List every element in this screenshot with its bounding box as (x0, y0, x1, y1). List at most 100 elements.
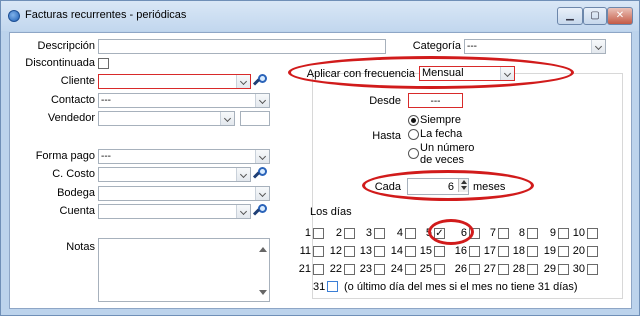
chevron-down-icon[interactable] (236, 75, 250, 88)
vendedor-combo[interactable] (98, 111, 235, 126)
chevron-down-icon[interactable] (255, 150, 269, 163)
cada-value: 6 (447, 181, 454, 193)
frecuencia-value: Mensual (422, 67, 464, 79)
desde-value: --- (430, 96, 441, 107)
day-7-checkbox[interactable] (498, 228, 509, 239)
cuenta-combo[interactable] (98, 204, 251, 219)
desde-label: Desde (369, 95, 401, 107)
day-25-checkbox[interactable] (434, 264, 445, 275)
radio-siempre[interactable] (408, 115, 419, 126)
radio-la-fecha[interactable] (408, 129, 419, 140)
day-17-label: 17 (483, 245, 496, 257)
forma-pago-combo[interactable]: --- (98, 149, 270, 164)
day-24-checkbox[interactable] (405, 264, 416, 275)
day-18-label: 18 (512, 245, 525, 257)
day-15-checkbox[interactable] (434, 246, 445, 257)
day-26-checkbox[interactable] (469, 264, 480, 275)
contacto-combo[interactable]: --- (98, 93, 270, 108)
cada-spinner[interactable]: 6 (407, 178, 469, 195)
day-27-label: 27 (483, 263, 496, 275)
day-28-checkbox[interactable] (527, 264, 538, 275)
day-28-label: 28 (512, 263, 525, 275)
chevron-down-icon[interactable] (255, 94, 269, 107)
frecuencia-label: Aplicar con frecuencia (306, 68, 415, 80)
day-22-label: 22 (329, 263, 342, 275)
costo-combo[interactable] (98, 167, 251, 182)
frecuencia-combo[interactable]: Mensual (419, 66, 515, 81)
day-29-label: 29 (543, 263, 556, 275)
day-19-label: 19 (543, 245, 556, 257)
scroll-up-icon[interactable] (259, 247, 267, 252)
scroll-down-icon[interactable] (259, 290, 267, 295)
day-30-checkbox[interactable] (587, 264, 598, 275)
day-31-note: (o último día del mes si el mes no tiene… (344, 281, 578, 293)
day-13-checkbox[interactable] (374, 246, 385, 257)
chevron-down-icon[interactable] (236, 168, 250, 181)
desde-date-input[interactable]: --- (408, 93, 463, 108)
forma-pago-value: --- (101, 151, 111, 162)
day-19-checkbox[interactable] (558, 246, 569, 257)
close-button[interactable]: ✕ (607, 7, 633, 25)
day-9-checkbox[interactable] (558, 228, 569, 239)
bodega-combo[interactable] (98, 186, 270, 201)
bodega-label: Bodega (57, 187, 95, 199)
notas-textarea[interactable] (98, 238, 270, 302)
day-31-checkbox[interactable] (327, 281, 338, 292)
day-12-label: 12 (329, 245, 342, 257)
day-25-label: 25 (419, 263, 432, 275)
day-15-label: 15 (419, 245, 432, 257)
discontinuada-checkbox[interactable] (98, 58, 109, 69)
notas-label: Notas (66, 241, 95, 253)
chevron-down-icon[interactable] (236, 205, 250, 218)
costo-search-icon[interactable] (252, 166, 269, 182)
day-21-checkbox[interactable] (313, 264, 324, 275)
day-12-checkbox[interactable] (344, 246, 355, 257)
day-4-checkbox[interactable] (405, 228, 416, 239)
chevron-down-icon[interactable] (500, 67, 514, 80)
minimize-button[interactable]: ▁ (557, 7, 583, 25)
forma-pago-label: Forma pago (35, 150, 95, 162)
chevron-down-icon[interactable] (255, 187, 269, 200)
day-20-checkbox[interactable] (587, 246, 598, 257)
day-3-label: 3 (365, 227, 372, 239)
hasta-label: Hasta (372, 130, 401, 142)
dias-label: Los días (310, 206, 352, 218)
day-8-checkbox[interactable] (527, 228, 538, 239)
day-1-checkbox[interactable] (313, 228, 324, 239)
categoria-combo[interactable]: --- (464, 39, 606, 54)
chevron-down-icon[interactable] (591, 40, 605, 53)
day-22-checkbox[interactable] (344, 264, 355, 275)
window-title: Facturas recurrentes - periódicas (25, 9, 187, 21)
spinner-arrows-icon[interactable] (458, 179, 468, 192)
day-17-checkbox[interactable] (498, 246, 509, 257)
day-27-checkbox[interactable] (498, 264, 509, 275)
cliente-combo[interactable] (98, 74, 251, 89)
day-18-checkbox[interactable] (527, 246, 538, 257)
chevron-down-icon[interactable] (220, 112, 234, 125)
day-10-checkbox[interactable] (587, 228, 598, 239)
vendedor-code-input[interactable] (240, 111, 270, 126)
day-29-checkbox[interactable] (558, 264, 569, 275)
day-6-label: 6 (460, 227, 467, 239)
day-24-label: 24 (390, 263, 403, 275)
descripcion-label: Descripción (37, 40, 95, 52)
day-16-checkbox[interactable] (469, 246, 480, 257)
day-11-checkbox[interactable] (313, 246, 324, 257)
day-5-checkbox[interactable]: ✓ (434, 228, 445, 239)
day-3-checkbox[interactable] (374, 228, 385, 239)
veces-label: de veces (420, 154, 465, 166)
day-14-checkbox[interactable] (405, 246, 416, 257)
day-21-label: 21 (298, 263, 311, 275)
costo-label: C. Costo (52, 168, 95, 180)
day-10-label: 10 (572, 227, 585, 239)
day-23-checkbox[interactable] (374, 264, 385, 275)
cuenta-search-icon[interactable] (252, 203, 269, 219)
descripcion-input[interactable] (98, 39, 386, 54)
day-8-label: 8 (518, 227, 525, 239)
day-6-checkbox[interactable] (469, 228, 480, 239)
form-panel: Descripción Discontinuada Cliente Contac… (9, 32, 632, 309)
cliente-search-icon[interactable] (252, 73, 269, 89)
day-2-checkbox[interactable] (344, 228, 355, 239)
radio-numero-veces[interactable] (408, 148, 419, 159)
maximize-button[interactable]: ▢ (583, 7, 607, 25)
